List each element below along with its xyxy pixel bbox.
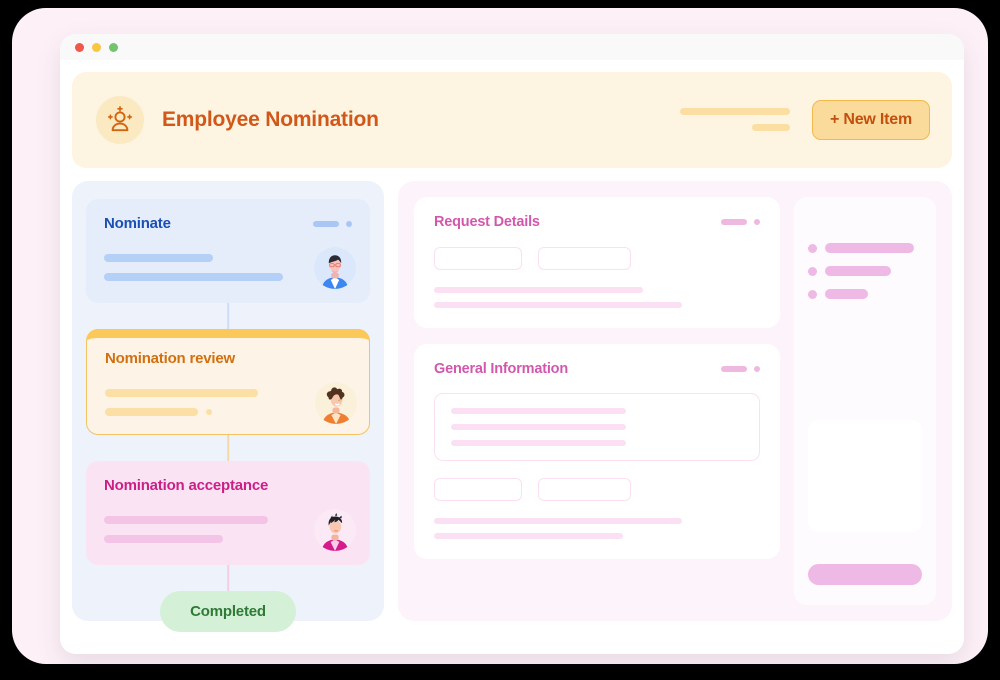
workflow-step-header: Nomination review xyxy=(105,350,351,367)
placeholder-line xyxy=(105,389,258,397)
status-badge-wrap: Completed xyxy=(72,591,384,632)
form-input-field[interactable] xyxy=(434,478,522,501)
rail-item-list xyxy=(808,243,922,299)
rail-list-item[interactable] xyxy=(808,243,922,253)
workflow-step-header: Nominate xyxy=(104,215,352,232)
form-field-row xyxy=(434,247,760,270)
placeholder-line xyxy=(105,408,199,416)
avatar-man-glasses-blue xyxy=(314,247,356,289)
meta-bar xyxy=(721,366,747,372)
placeholder-line xyxy=(434,302,682,308)
right-rail-panel xyxy=(794,197,936,605)
avatar-woman-curly-orange xyxy=(315,382,357,424)
form-textarea-field[interactable] xyxy=(434,393,760,461)
workflow-step-header: Nomination acceptance xyxy=(104,477,352,494)
workflow-step-title: Nominate xyxy=(104,215,171,232)
bullet-dot-icon xyxy=(808,266,817,276)
placeholder-line xyxy=(104,254,214,262)
image-placeholder xyxy=(808,420,922,532)
form-card-meta xyxy=(721,366,760,372)
workflow-step-title: Nomination acceptance xyxy=(104,477,269,494)
placeholder-line xyxy=(434,518,682,524)
placeholder-line xyxy=(104,516,268,524)
forms-panel: Request Details General Information xyxy=(398,181,952,621)
placeholder-line-row xyxy=(105,408,351,416)
outer-frame: Employee Nomination + New Item Nominate … xyxy=(12,8,988,664)
new-item-button[interactable]: + New Item xyxy=(811,100,930,140)
form-card-header: General Information xyxy=(434,361,760,377)
forms-column: Request Details General Information xyxy=(414,197,780,605)
bullet-dot-icon xyxy=(808,289,817,299)
placeholder-line xyxy=(451,440,627,446)
window-maximize-button[interactable] xyxy=(109,42,118,52)
header-skeleton-bars xyxy=(679,107,790,133)
placeholder-line xyxy=(434,287,643,293)
add-person-sparkle-icon xyxy=(96,96,144,144)
meta-bar xyxy=(721,219,747,225)
workflow-step-meta xyxy=(313,220,352,227)
rail-list-item[interactable] xyxy=(808,266,922,276)
rail-list-item[interactable] xyxy=(808,289,922,299)
form-input-field[interactable] xyxy=(538,247,631,270)
meta-bar xyxy=(313,220,339,227)
form-card-title: General Information xyxy=(434,361,568,377)
placeholder-line xyxy=(451,424,627,430)
page-title: Employee Nomination xyxy=(162,108,379,131)
bullet-dot-icon xyxy=(808,243,817,253)
window-minimize-button[interactable] xyxy=(92,42,101,52)
body-columns: Nominate Nomination review Nomination ac… xyxy=(72,181,952,632)
form-placeholder-lines xyxy=(434,287,760,308)
placeholder-line xyxy=(825,243,914,253)
workflow-step-nominate[interactable]: Nominate xyxy=(86,199,370,303)
form-field-row xyxy=(434,478,760,501)
workflow-step-title: Nomination review xyxy=(105,350,235,367)
header-right-group: + New Item xyxy=(679,100,930,140)
placeholder-line xyxy=(825,266,892,276)
form-card-request-details: Request Details xyxy=(414,197,780,328)
placeholder-line xyxy=(104,535,224,543)
header-skeleton-bar xyxy=(679,107,790,115)
form-card-meta xyxy=(721,219,760,225)
meta-dot xyxy=(754,366,760,372)
workflow-step-nomination-review[interactable]: Nomination review xyxy=(86,329,370,435)
placeholder-line xyxy=(825,289,869,299)
placeholder-line xyxy=(434,533,624,539)
status-badge: Completed xyxy=(160,591,296,632)
window-close-button[interactable] xyxy=(75,42,84,52)
form-input-field[interactable] xyxy=(434,247,522,270)
workflow-panel: Nominate Nomination review Nomination ac… xyxy=(72,181,384,632)
meta-dot xyxy=(346,220,352,227)
page-header-banner: Employee Nomination + New Item xyxy=(72,72,952,168)
app-content: Employee Nomination + New Item Nominate … xyxy=(60,60,964,654)
workflow-step-nomination-acceptance[interactable]: Nomination acceptance xyxy=(86,461,370,565)
browser-window: Employee Nomination + New Item Nominate … xyxy=(60,34,964,654)
form-input-field[interactable] xyxy=(538,478,631,501)
rail-action-button[interactable] xyxy=(808,564,922,585)
form-placeholder-lines xyxy=(434,518,760,539)
placeholder-line xyxy=(451,408,627,414)
form-card-title: Request Details xyxy=(434,214,540,230)
avatar-man-spiky-pink xyxy=(314,509,356,551)
form-card-header: Request Details xyxy=(434,214,760,230)
placeholder-line xyxy=(104,273,283,281)
browser-titlebar xyxy=(60,34,964,60)
placeholder-dot xyxy=(206,409,213,415)
form-card-general-information: General Information xyxy=(414,344,780,559)
header-skeleton-bar xyxy=(751,123,790,131)
workflow-steps-list: Nominate Nomination review Nomination ac… xyxy=(72,181,384,609)
meta-dot xyxy=(754,219,760,225)
